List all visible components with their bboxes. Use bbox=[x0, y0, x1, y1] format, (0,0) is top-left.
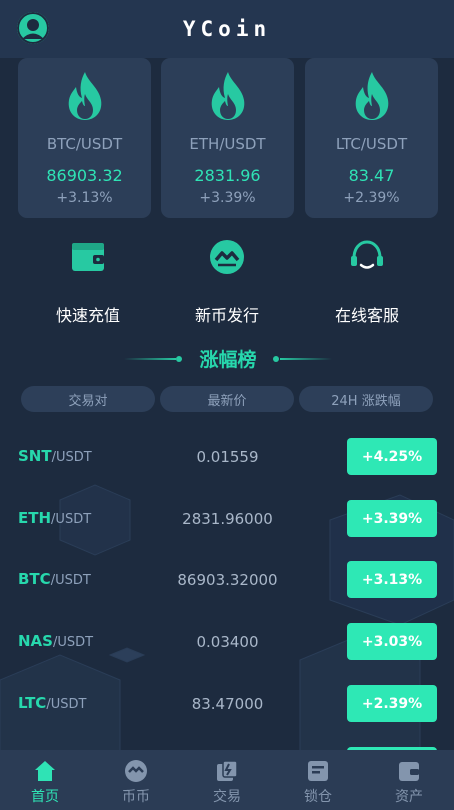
ticker-card-ltc[interactable]: LTC/USDT 83.47 +2.39% bbox=[305, 58, 438, 218]
ticker-cards: BTC/USDT 86903.32 +3.13% ETH/USDT 2831.9… bbox=[18, 58, 438, 220]
pair-symbol: BTC/USDT bbox=[18, 570, 91, 588]
base-symbol: NAS bbox=[18, 632, 53, 650]
change-badge[interactable]: +2.39% bbox=[347, 685, 437, 722]
last-price: 0.01559 bbox=[196, 448, 259, 466]
change-badge[interactable]: +3.03% bbox=[347, 623, 437, 660]
flame-icon bbox=[211, 72, 244, 120]
change-badge[interactable]: +3.13% bbox=[347, 561, 437, 598]
ticker-price: 83.47 bbox=[348, 166, 395, 185]
lock-icon bbox=[308, 761, 328, 781]
flame-icon bbox=[355, 72, 388, 120]
ticker-price: 2831.96 bbox=[194, 166, 261, 185]
ticker-price: 86903.32 bbox=[46, 166, 123, 185]
avatar[interactable] bbox=[17, 12, 49, 44]
quote-symbol: /USDT bbox=[51, 450, 92, 465]
base-symbol: BTC bbox=[18, 570, 51, 588]
coin-issue-icon bbox=[210, 240, 244, 274]
pair-symbol: LTC/USDT bbox=[18, 694, 86, 712]
tab-exchange[interactable]: 币币 bbox=[91, 750, 181, 810]
divider-dot bbox=[176, 356, 182, 362]
home-icon bbox=[35, 761, 55, 781]
ticker-pair: BTC/USDT bbox=[46, 135, 123, 153]
tab-label: 首页 bbox=[31, 789, 59, 805]
user-icon bbox=[17, 12, 49, 44]
pair-symbol: ETH/USDT bbox=[18, 509, 91, 527]
table-row[interactable]: SNT/USDT 0.01559 +4.25% bbox=[0, 436, 454, 476]
change-badge[interactable]: +4.25% bbox=[347, 438, 437, 475]
pair-symbol: NAS/USDT bbox=[18, 632, 93, 650]
column-header-pair[interactable]: 交易对 bbox=[21, 386, 155, 412]
quick-recharge-button[interactable]: 快速充值 bbox=[18, 238, 158, 326]
ticker-change: +3.13% bbox=[56, 190, 113, 206]
last-price: 2831.96000 bbox=[182, 510, 273, 528]
divider-line bbox=[280, 358, 332, 360]
table-row[interactable]: LTC/USDT 83.47000 +2.39% bbox=[0, 683, 454, 723]
table-row[interactable]: BTC/USDT 86903.32000 +3.13% bbox=[0, 559, 454, 599]
ticker-pair: ETH/USDT bbox=[189, 135, 266, 153]
app-header: YCoin bbox=[0, 0, 454, 58]
divider-dot bbox=[273, 356, 279, 362]
column-header-price[interactable]: 最新价 bbox=[160, 386, 294, 412]
action-label: 在线客服 bbox=[334, 306, 399, 325]
tab-label: 锁仓 bbox=[304, 789, 332, 805]
headset-icon bbox=[351, 240, 383, 269]
table-row[interactable]: NAS/USDT 0.03400 +3.03% bbox=[0, 621, 454, 661]
action-label: 新币发行 bbox=[194, 306, 259, 325]
base-symbol: LTC bbox=[18, 694, 47, 712]
last-price: 0.03400 bbox=[196, 633, 259, 651]
change-badge[interactable]: +3.39% bbox=[347, 500, 437, 537]
tab-assets[interactable]: 资产 bbox=[364, 750, 454, 810]
quote-symbol: /USDT bbox=[50, 573, 91, 588]
flame-icon bbox=[68, 72, 101, 120]
base-symbol: SNT bbox=[18, 447, 52, 465]
quote-symbol: /USDT bbox=[46, 697, 87, 712]
wallet-icon bbox=[72, 243, 104, 271]
pair-symbol: SNT/USDT bbox=[18, 447, 92, 465]
section-title-text: 涨幅榜 bbox=[199, 349, 257, 371]
new-coin-issue-button[interactable]: 新币发行 bbox=[157, 238, 297, 326]
ticker-card-btc[interactable]: BTC/USDT 86903.32 +3.13% bbox=[18, 58, 151, 218]
column-header-change[interactable]: 24H 涨跌幅 bbox=[299, 386, 433, 412]
ticker-card-eth[interactable]: ETH/USDT 2831.96 +3.39% bbox=[161, 58, 294, 218]
app-title: YCoin bbox=[182, 17, 272, 41]
exchange-icon bbox=[125, 760, 147, 782]
tab-label: 交易 bbox=[213, 789, 241, 805]
trade-icon bbox=[217, 760, 238, 781]
quote-symbol: /USDT bbox=[52, 635, 94, 650]
wallet-icon bbox=[399, 762, 419, 781]
base-symbol: ETH bbox=[18, 509, 52, 527]
last-price: 86903.32000 bbox=[177, 571, 278, 589]
ticker-change: +2.39% bbox=[343, 190, 400, 206]
tab-home[interactable]: 首页 bbox=[0, 750, 90, 810]
ticker-change: +3.39% bbox=[199, 190, 256, 206]
quote-symbol: /USDT bbox=[51, 512, 92, 527]
tab-label: 资产 bbox=[395, 789, 423, 805]
tab-label: 币币 bbox=[122, 789, 150, 805]
last-price: 83.47000 bbox=[191, 695, 264, 713]
bottom-tab-bar: 首页 币币 交易 锁仓 资产 bbox=[0, 750, 454, 810]
gainers-section-title: 涨幅榜 bbox=[0, 342, 454, 376]
divider-line bbox=[124, 358, 176, 360]
online-support-button[interactable]: 在线客服 bbox=[297, 238, 437, 326]
quick-actions: 快速充值 新币发行 在线客服 bbox=[0, 238, 454, 338]
tab-trade[interactable]: 交易 bbox=[182, 750, 272, 810]
ticker-pair: LTC/USDT bbox=[335, 135, 408, 153]
tab-lock[interactable]: 锁仓 bbox=[273, 750, 363, 810]
action-label: 快速充值 bbox=[55, 306, 120, 325]
table-row[interactable]: ETH/USDT 2831.96000 +3.39% bbox=[0, 498, 454, 538]
